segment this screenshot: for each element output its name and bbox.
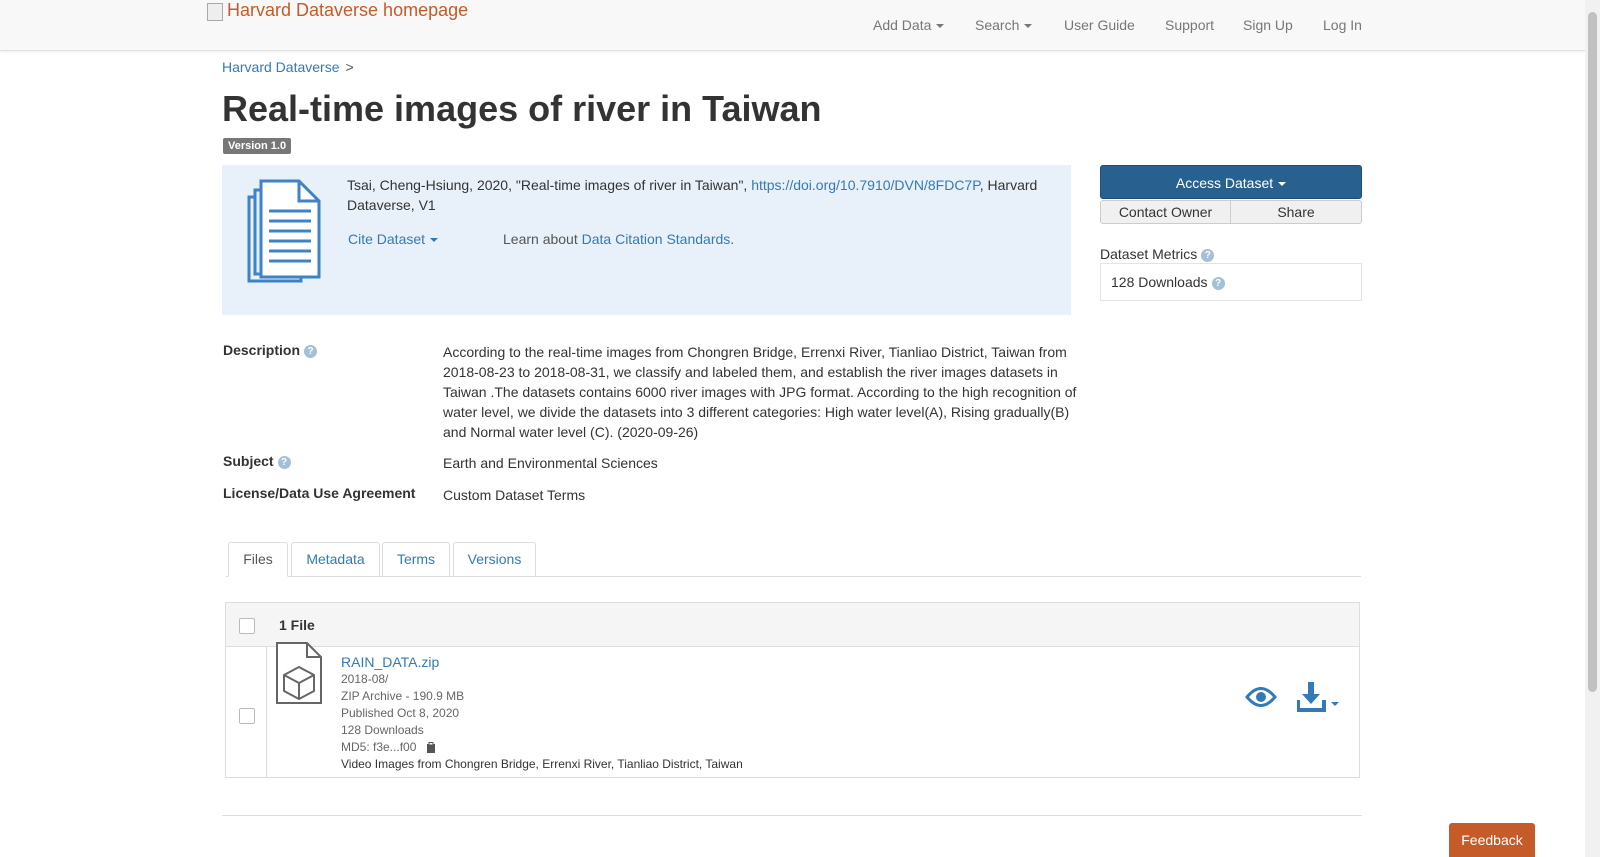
nav-support[interactable]: Support: [1165, 17, 1214, 33]
nav-add-data[interactable]: Add Data: [873, 17, 945, 33]
help-icon[interactable]: ?: [1201, 248, 1215, 262]
doi-link[interactable]: https://doi.org/10.7910/DVN/8FDC7P: [751, 177, 980, 193]
nav-add-data-label: Add Data: [873, 17, 932, 33]
description-value: According to the real-time images from C…: [443, 344, 1077, 440]
help-icon[interactable]: ?: [277, 455, 291, 469]
help-icon[interactable]: ?: [304, 344, 318, 358]
nav-log-in[interactable]: Log In: [1323, 17, 1362, 33]
caret-down-icon: [936, 24, 945, 29]
file-name-link[interactable]: RAIN_DATA.zip: [341, 653, 743, 671]
top-navbar: Harvard Dataverse homepage Add Data Sear…: [0, 0, 1585, 51]
tab-files[interactable]: Files: [228, 542, 288, 577]
file-description: Video Images from Chongren Bridge, Erren…: [341, 757, 743, 771]
file-published: Published Oct 8, 2020: [341, 706, 460, 720]
file-type-size: ZIP Archive - 190.9 MB: [341, 689, 465, 703]
breadcrumb-root-link[interactable]: Harvard Dataverse: [222, 59, 340, 75]
tab-terms[interactable]: Terms: [382, 542, 450, 577]
tab-metadata[interactable]: Metadata: [291, 542, 380, 577]
contact-owner-button[interactable]: Contact Owner: [1100, 200, 1231, 224]
row-divider: [266, 647, 267, 778]
subject-label: Subject?: [223, 453, 291, 469]
documents-icon: [247, 179, 321, 283]
copy-clipboard-icon[interactable]: [426, 741, 436, 754]
broken-image-icon: [207, 2, 223, 21]
files-table: 1 File RAIN_DATA.zip 2018-08/ ZIP Archiv…: [225, 602, 1360, 778]
version-badge: Version 1.0: [223, 138, 292, 154]
nav-search-label: Search: [975, 17, 1020, 33]
file-md5: MD5: f3e...f00: [341, 739, 743, 756]
caret-down-icon: [1024, 24, 1033, 29]
file-md5-text: MD5: f3e...f00: [341, 740, 417, 754]
access-dataset-label: Access Dataset: [1175, 175, 1274, 191]
help-icon[interactable]: ?: [1211, 276, 1225, 290]
breadcrumb: Harvard Dataverse >: [222, 59, 354, 75]
cite-dataset-dropdown[interactable]: Cite Dataset: [348, 231, 439, 247]
brand-alt-text: Harvard Dataverse homepage: [227, 0, 469, 20]
description-label-text: Description: [223, 342, 301, 358]
caret-down-icon: [1278, 182, 1287, 187]
citation-prefix: Tsai, Cheng-Hsiung, 2020, "Real-time ima…: [347, 177, 752, 193]
downloads-count: 128 Downloads: [1111, 274, 1208, 290]
file-folder: 2018-08/: [341, 672, 389, 686]
data-citation-standards-link[interactable]: Data Citation Standards: [582, 231, 731, 247]
dataset-metrics-box: 128 Downloads?: [1100, 263, 1362, 301]
learn-about-text: Learn about Data Citation Standards.: [503, 231, 734, 247]
file-select-checkbox[interactable]: [239, 708, 255, 724]
preview-eye-icon[interactable]: [1245, 686, 1277, 708]
select-all-checkbox[interactable]: [239, 618, 255, 634]
zip-archive-icon: [276, 642, 322, 704]
cite-dataset-label: Cite Dataset: [348, 231, 426, 247]
page-scrollbar[interactable]: [1585, 0, 1600, 857]
scrollbar-thumb[interactable]: [1588, 12, 1597, 692]
section-divider: [222, 815, 1362, 816]
share-button[interactable]: Share: [1231, 200, 1362, 224]
subject-label-text: Subject: [223, 453, 274, 469]
nav-search[interactable]: Search: [975, 17, 1033, 33]
description-label: Description?: [223, 342, 318, 358]
subject-value: Earth and Environmental Sciences: [443, 455, 658, 471]
downloads-metric: 128 Downloads?: [1111, 274, 1225, 290]
nav-sign-up[interactable]: Sign Up: [1243, 17, 1293, 33]
file-downloads: 128 Downloads: [341, 723, 424, 737]
custom-dataset-terms-link[interactable]: Custom Dataset Terms: [443, 485, 585, 505]
breadcrumb-separator: >: [345, 59, 354, 75]
nav-user-guide[interactable]: User Guide: [1064, 17, 1135, 33]
learn-prefix: Learn about: [503, 231, 582, 247]
page-title: Real-time images of river in Taiwan: [222, 88, 822, 129]
access-dataset-button[interactable]: Access Dataset: [1100, 165, 1362, 199]
learn-suffix: .: [730, 231, 735, 247]
citation-text: Tsai, Cheng-Hsiung, 2020, "Real-time ima…: [347, 175, 1052, 215]
file-count: 1 File: [279, 617, 315, 633]
feedback-button[interactable]: Feedback: [1449, 823, 1535, 857]
citation-box: Tsai, Cheng-Hsiung, 2020, "Real-time ima…: [222, 165, 1071, 315]
caret-down-icon: [430, 238, 439, 243]
file-info: RAIN_DATA.zip 2018-08/ ZIP Archive - 190…: [341, 653, 743, 773]
license-label: License/Data Use Agreement: [223, 485, 416, 501]
files-table-header: 1 File: [226, 603, 1359, 647]
download-icon[interactable]: [1297, 682, 1341, 712]
dataset-metrics-heading: Dataset Metrics?: [1100, 246, 1215, 262]
brand-logo-link[interactable]: Harvard Dataverse homepage: [207, 0, 468, 21]
tab-versions[interactable]: Versions: [453, 542, 536, 577]
dataset-metrics-label: Dataset Metrics: [1100, 246, 1198, 262]
